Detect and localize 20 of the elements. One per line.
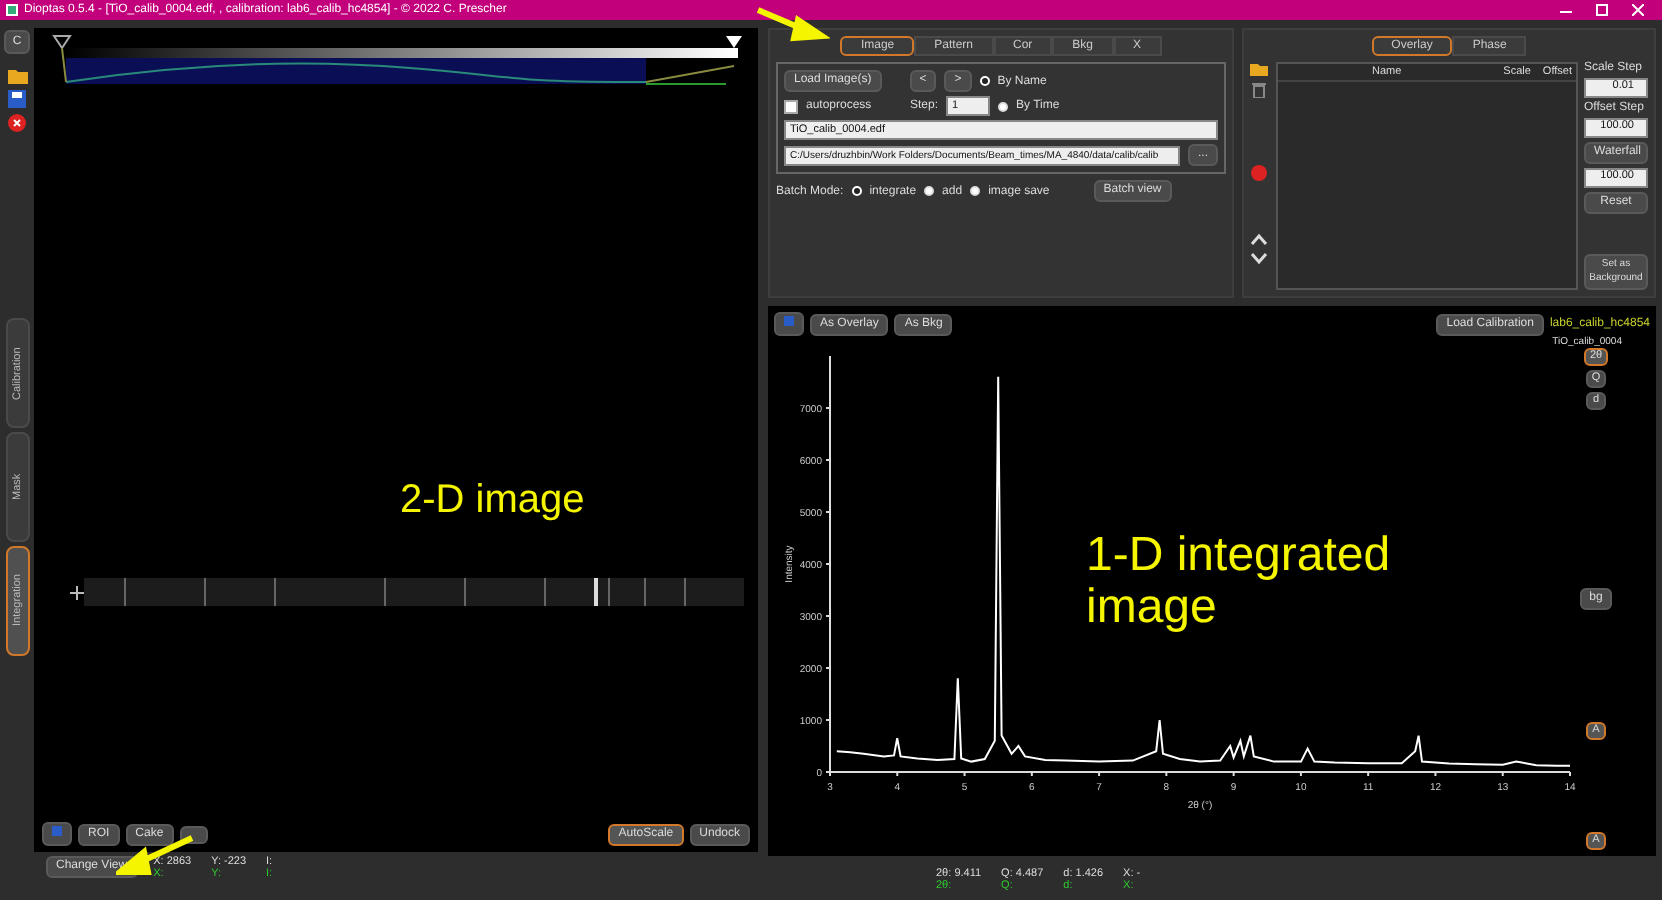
arrow-icon xyxy=(754,6,830,42)
close-icon[interactable] xyxy=(1632,4,1644,16)
crosshair-icon xyxy=(70,586,84,600)
annotation-text: 1-D integrated image xyxy=(1086,530,1393,634)
radio-button[interactable] xyxy=(998,101,1009,111)
app-icon xyxy=(6,4,18,16)
radio-button[interactable] xyxy=(970,186,981,196)
trash-icon[interactable] xyxy=(1250,82,1268,98)
save-icon[interactable] xyxy=(8,90,26,108)
save-icon xyxy=(52,826,62,836)
folder-icon[interactable] xyxy=(1250,62,1268,76)
radio-button[interactable] xyxy=(924,186,935,196)
save-button[interactable] xyxy=(774,312,804,336)
delete-icon[interactable] xyxy=(8,114,26,132)
annotation-text: 2-D image xyxy=(400,476,585,524)
save-button[interactable] xyxy=(42,822,72,846)
checkbox[interactable] xyxy=(784,99,798,113)
folder-icon[interactable] xyxy=(7,68,27,84)
save-icon xyxy=(784,316,794,326)
maximize-icon[interactable] xyxy=(1596,4,1608,16)
